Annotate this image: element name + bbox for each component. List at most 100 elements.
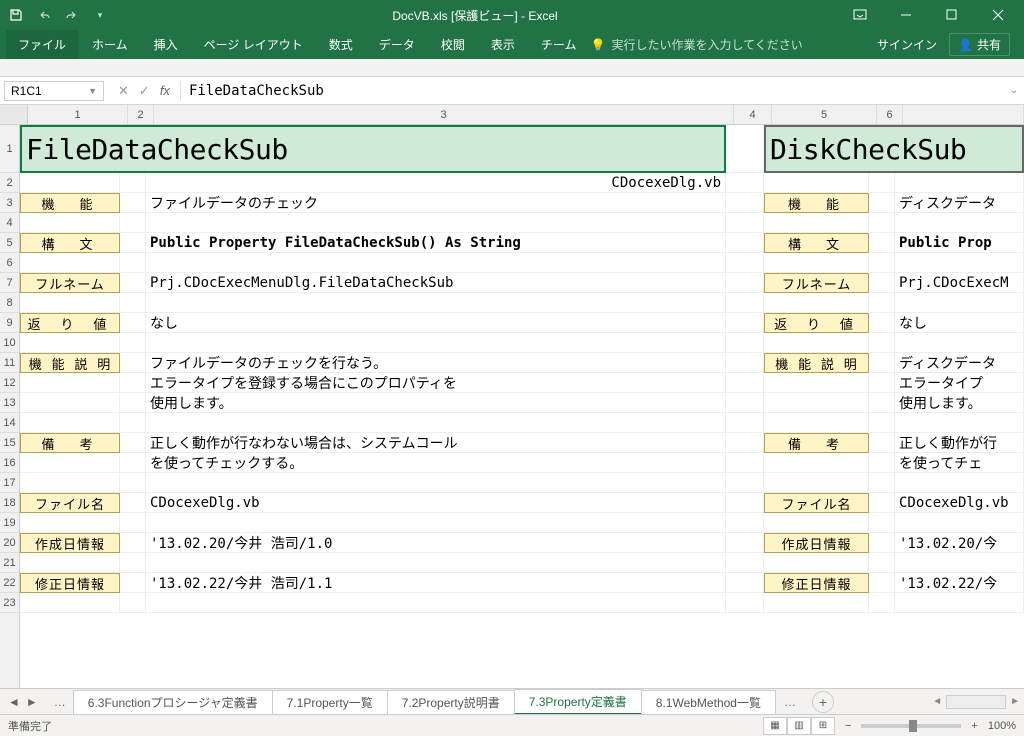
col-header[interactable]: 1: [28, 105, 128, 124]
horizontal-scrollbar[interactable]: [946, 695, 1006, 709]
label-func-r[interactable]: 機 能: [764, 193, 869, 213]
row-header[interactable]: 19: [0, 513, 19, 533]
sheet-tab-active[interactable]: 7.3Property定義書: [514, 689, 642, 715]
cell-filename[interactable]: CDocexeDlg.vb: [146, 493, 726, 513]
cell-syntax-r[interactable]: Public Prop: [895, 233, 1024, 253]
view-page-break-icon[interactable]: ⊞: [811, 717, 835, 735]
label-func[interactable]: 機 能: [20, 193, 120, 213]
sheet-tab[interactable]: 7.2Property説明書: [387, 690, 515, 714]
cell-desc1[interactable]: ファイルデータのチェックを行なう。: [146, 353, 726, 373]
cell-created-r[interactable]: '13.02.20/今: [895, 533, 1024, 553]
label-fullname-r[interactable]: フルネーム: [764, 273, 869, 293]
row-header[interactable]: 8: [0, 293, 19, 313]
minimize-icon[interactable]: [884, 1, 928, 29]
tab-nav-prev-icon[interactable]: ◄: [8, 695, 20, 709]
sheet-tab[interactable]: 8.1WebMethod一覧: [641, 690, 776, 714]
hscroll-right-icon[interactable]: ►: [1010, 696, 1020, 707]
chevron-down-icon[interactable]: ▼: [88, 86, 97, 96]
label-fullname[interactable]: フルネーム: [20, 273, 120, 293]
cell-desc3-r[interactable]: 使用します。: [895, 393, 1024, 413]
label-return-r[interactable]: 返 り 値: [764, 313, 869, 333]
label-modified-r[interactable]: 修正日情報: [764, 573, 869, 593]
label-note-r[interactable]: 備 考: [764, 433, 869, 453]
zoom-level[interactable]: 100%: [988, 720, 1016, 732]
row-header[interactable]: 17: [0, 473, 19, 493]
row-header[interactable]: 7: [0, 273, 19, 293]
expand-formula-bar-icon[interactable]: ⌄: [1004, 85, 1024, 96]
sheet-tab[interactable]: 7.1Property一覧: [272, 690, 388, 714]
label-return[interactable]: 返 り 値: [20, 313, 120, 333]
row-header[interactable]: 23: [0, 593, 19, 613]
cell-fullname-r[interactable]: Prj.CDocExecM: [895, 273, 1024, 293]
hscroll-left-icon[interactable]: ◄: [932, 696, 942, 707]
row-header[interactable]: 21: [0, 553, 19, 573]
enter-icon[interactable]: ✓: [139, 83, 150, 99]
fx-icon[interactable]: fx: [160, 83, 170, 98]
row-header[interactable]: 15: [0, 433, 19, 453]
row-header[interactable]: 18: [0, 493, 19, 513]
add-sheet-button[interactable]: +: [812, 691, 834, 713]
row-header[interactable]: 1: [0, 125, 19, 173]
cell-desc2[interactable]: エラータイプを登録する場合にこのプロパティを: [146, 373, 726, 393]
col-header[interactable]: 2: [128, 105, 154, 124]
sheet-tab[interactable]: 6.3Functionプロシージャ定義書: [73, 690, 273, 714]
cell-modified[interactable]: '13.02.22/今井 浩司/1.1: [146, 573, 726, 593]
cell-blank[interactable]: [726, 125, 764, 173]
cell-return-r[interactable]: なし: [895, 313, 1024, 333]
cell-note2[interactable]: を使ってチェックする。: [146, 453, 726, 473]
row-header[interactable]: 16: [0, 453, 19, 473]
row-header[interactable]: 22: [0, 573, 19, 593]
row-header[interactable]: 14: [0, 413, 19, 433]
cell-fullname[interactable]: Prj.CDocExecMenuDlg.FileDataCheckSub: [146, 273, 726, 293]
label-syntax-r[interactable]: 構 文: [764, 233, 869, 253]
qat-dropdown-icon[interactable]: ▾: [88, 3, 112, 27]
cell-func-r[interactable]: ディスクデータ: [895, 193, 1024, 213]
label-syntax[interactable]: 構 文: [20, 233, 120, 253]
save-icon[interactable]: [4, 3, 28, 27]
label-created-r[interactable]: 作成日情報: [764, 533, 869, 553]
cell-syntax[interactable]: Public Property FileDataCheckSub() As St…: [146, 233, 726, 253]
label-note[interactable]: 備 考: [20, 433, 120, 453]
undo-icon[interactable]: [32, 3, 56, 27]
col-header[interactable]: 5: [772, 105, 877, 124]
tell-me-search[interactable]: 💡 実行したい作業を入力してください: [590, 36, 802, 53]
label-desc-r[interactable]: 機 能 説 明: [764, 353, 869, 373]
label-modified[interactable]: 修正日情報: [20, 573, 120, 593]
tab-nav-more-icon[interactable]: …: [46, 695, 74, 709]
cell-title-right[interactable]: DiskCheckSub: [764, 125, 1024, 173]
row-header[interactable]: 5: [0, 233, 19, 253]
tab-nav-next-icon[interactable]: ►: [26, 695, 38, 709]
view-normal-icon[interactable]: ▦: [763, 717, 787, 735]
cell-func[interactable]: ファイルデータのチェック: [146, 193, 726, 213]
cell-note1-r[interactable]: 正しく動作が行: [895, 433, 1024, 453]
tab-insert[interactable]: 挿入: [142, 30, 190, 59]
cell-desc2-r[interactable]: エラータイプ: [895, 373, 1024, 393]
signin-link[interactable]: サインイン: [877, 36, 937, 53]
col-header[interactable]: [903, 105, 1024, 124]
row-header[interactable]: 9: [0, 313, 19, 333]
formula-input[interactable]: FileDataCheckSub: [180, 81, 1004, 101]
tab-home[interactable]: ホーム: [80, 30, 140, 59]
tab-review[interactable]: 校閲: [429, 30, 477, 59]
tab-nav-more-right-icon[interactable]: …: [776, 695, 804, 709]
name-box[interactable]: R1C1 ▼: [4, 81, 104, 101]
view-page-layout-icon[interactable]: ▥: [787, 717, 811, 735]
cell-note1[interactable]: 正しく動作が行なわない場合は、システムコール: [146, 433, 726, 453]
row-header[interactable]: 2: [0, 173, 19, 193]
cell-created[interactable]: '13.02.20/今井 浩司/1.0: [146, 533, 726, 553]
cell-filename-r[interactable]: CDocexeDlg.vb: [895, 493, 1024, 513]
label-filename[interactable]: ファイル名: [20, 493, 120, 513]
label-created[interactable]: 作成日情報: [20, 533, 120, 553]
row-header[interactable]: 20: [0, 533, 19, 553]
cell-title-left[interactable]: FileDataCheckSub: [20, 125, 726, 173]
tab-page-layout[interactable]: ページ レイアウト: [192, 30, 315, 59]
row-header[interactable]: 3: [0, 193, 19, 213]
cell-file-header[interactable]: CDocexeDlg.vb: [146, 173, 726, 193]
zoom-slider[interactable]: [861, 724, 961, 728]
maximize-icon[interactable]: [930, 1, 974, 29]
close-icon[interactable]: [976, 1, 1020, 29]
label-filename-r[interactable]: ファイル名: [764, 493, 869, 513]
ribbon-options-icon[interactable]: [838, 1, 882, 29]
redo-icon[interactable]: [60, 3, 84, 27]
tab-formulas[interactable]: 数式: [317, 30, 365, 59]
